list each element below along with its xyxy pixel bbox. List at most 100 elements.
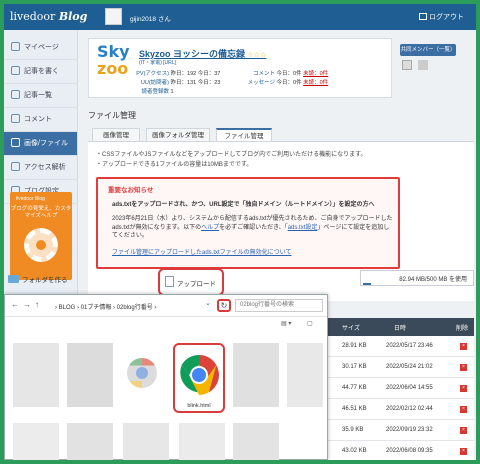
sidebar-item-articles[interactable]: 記事一覧 bbox=[4, 84, 77, 108]
table-row[interactable]: 46.51 KB 2022/02/12 02:44 × bbox=[328, 399, 474, 420]
notice-line: ads.txtをアップロードされ、かつ、URL設定で「独自ドメイン（ルートドメイ… bbox=[112, 202, 375, 208]
column-header[interactable]: 日時 bbox=[394, 323, 406, 332]
stat-label: 読者登録数 bbox=[141, 89, 169, 95]
tab-image-folders[interactable]: 画像フォルダ管理 bbox=[146, 128, 210, 142]
stat-value: 昨日：131 bbox=[170, 80, 197, 86]
file-thumbnail[interactable] bbox=[287, 343, 323, 407]
file-thumbnail[interactable] bbox=[67, 343, 113, 407]
stat-value: 今日：0件 bbox=[276, 80, 302, 86]
sidebar-item-mypage[interactable]: マイページ bbox=[4, 36, 77, 60]
stats-right: コメント 今日：0件 未読：0件 メッセージ 今日：0件 未読：0件 bbox=[245, 70, 329, 88]
top-bar: livedoor Blog gijin2018 さん ログアウト bbox=[4, 4, 476, 30]
delete-icon[interactable]: × bbox=[460, 343, 467, 350]
comment-icon bbox=[11, 114, 20, 123]
thumbnail-icon[interactable] bbox=[418, 60, 428, 70]
chrome-icon bbox=[127, 358, 157, 388]
up-icon[interactable]: ↑ bbox=[35, 300, 39, 309]
file-date: 2022/05/17 23:46 bbox=[386, 343, 433, 349]
file-size: 35.9 KB bbox=[342, 427, 364, 433]
new-folder-button[interactable]: フォルダを作る bbox=[8, 274, 68, 284]
upload-button[interactable]: アップロード bbox=[158, 268, 224, 296]
info-bullet: ・CSSファイルやJSファイルなどをアップロードしてブログ内でご利用いただける機… bbox=[96, 152, 367, 158]
gear-icon bbox=[24, 228, 58, 262]
details-pane-icon[interactable]: ▢ bbox=[307, 320, 313, 327]
delete-icon[interactable]: × bbox=[460, 406, 467, 413]
avatar[interactable] bbox=[105, 8, 122, 25]
help-link[interactable]: ヘルプ bbox=[201, 225, 219, 231]
logo-text: livedoor bbox=[10, 10, 56, 23]
sidebar-item-comments[interactable]: コメント bbox=[4, 108, 77, 132]
column-header[interactable]: サイズ bbox=[342, 323, 360, 332]
file-size: 30.17 KB bbox=[342, 364, 367, 370]
stat-value: 今日：37 bbox=[197, 71, 221, 77]
forward-icon[interactable]: → bbox=[23, 300, 31, 309]
livedoor-blog-logo[interactable]: livedoor Blog bbox=[10, 10, 87, 23]
breadcrumb[interactable]: › BLOG › 01ブチ情報 › 02blog行番号 › bbox=[55, 302, 156, 311]
table-row[interactable]: 43.02 KB 2022/06/08 09:35 × bbox=[328, 441, 474, 460]
list-icon bbox=[11, 90, 20, 99]
tab-files[interactable]: ファイル管理 bbox=[216, 128, 272, 142]
stat-label: PV(アクセス) bbox=[136, 71, 169, 77]
image-icon bbox=[11, 138, 20, 147]
back-icon[interactable]: ← bbox=[11, 300, 19, 309]
sidebar-item-label: コメント bbox=[24, 116, 52, 123]
refresh-button[interactable]: ↻ bbox=[217, 299, 231, 312]
sidebar-item-label: マイページ bbox=[24, 44, 59, 51]
stat-link[interactable]: 未読：0件 bbox=[303, 80, 328, 86]
ads-txt-disable-link[interactable]: ファイル管理にアップロードしたads.txtファイルの無効化について bbox=[112, 247, 292, 256]
upload-icon bbox=[165, 276, 174, 287]
info-bullet: ・アップロードできる1ファイルの容量は10MBまでです。 bbox=[96, 162, 253, 168]
blog-url[interactable]: (IT・家電) [URL] bbox=[139, 59, 176, 66]
view-options-icon[interactable]: ▤ ▾ bbox=[281, 320, 291, 327]
promo-banner[interactable]: livedoor Blog ブログの見栄え、カスタマイズヘルプ bbox=[10, 192, 72, 280]
file-thumbnail[interactable] bbox=[233, 423, 279, 460]
table-row[interactable]: 44.77 KB 2022/06/04 14:55 × bbox=[328, 378, 474, 399]
delete-icon[interactable]: × bbox=[460, 385, 467, 392]
logo-line-2: zoo bbox=[97, 59, 129, 78]
table-row[interactable]: 35.9 KB 2022/09/19 23:32 × bbox=[328, 420, 474, 441]
storage-usage: 82.94 MB/500 MB を使用 bbox=[360, 270, 474, 286]
blog-name: Skyzoo ヨッシーの備忘録 bbox=[139, 49, 246, 59]
file-date: 2022/06/04 14:55 bbox=[386, 385, 433, 391]
tab-images[interactable]: 画像管理 bbox=[92, 128, 140, 142]
file-open-dialog: ← → ↑ › BLOG › 01ブチ情報 › 02blog行番号 › ⌄ ↻ … bbox=[4, 294, 328, 460]
file-thumbnail[interactable] bbox=[179, 423, 225, 460]
file-thumbnail[interactable] bbox=[13, 343, 59, 407]
add-member-button[interactable]: 共同メンバー（一覧） bbox=[400, 44, 456, 56]
selected-file[interactable]: blink.html bbox=[173, 343, 225, 413]
thumbnail-icon[interactable] bbox=[402, 60, 412, 70]
stat-value: 今日：0件 bbox=[276, 71, 302, 77]
table-row[interactable]: 28.91 KB 2022/05/17 23:46 × bbox=[328, 336, 474, 357]
chart-icon bbox=[11, 162, 20, 171]
file-thumbnail[interactable] bbox=[123, 351, 161, 395]
ads-setting-link[interactable]: ads.txt設定 bbox=[288, 225, 318, 231]
delete-icon[interactable]: × bbox=[460, 364, 467, 371]
logout-button[interactable]: ログアウト bbox=[419, 12, 464, 22]
delete-icon[interactable]: × bbox=[460, 448, 467, 455]
table-row[interactable]: 30.17 KB 2022/05/24 21:02 × bbox=[328, 357, 474, 378]
sidebar-item-files[interactable]: 画像/ファイル bbox=[4, 132, 77, 156]
stat-link[interactable]: 未読：0件 bbox=[303, 71, 328, 77]
sidebar-item-label: 記事一覧 bbox=[24, 92, 52, 99]
important-notice: 重要なお知らせ ads.txtをアップロードされ、かつ、URL設定で「独自ドメイ… bbox=[96, 177, 400, 269]
sidebar-item-write[interactable]: 記事を書く bbox=[4, 60, 77, 84]
chrome-icon bbox=[179, 355, 219, 395]
stat-label: メッセージ bbox=[247, 80, 275, 86]
dialog-search-input[interactable]: 02blog行番号の検索 bbox=[235, 299, 323, 312]
storage-text: 82.94 MB/500 MB を使用 bbox=[399, 277, 467, 283]
column-header: 削除 bbox=[456, 326, 469, 332]
delete-icon[interactable]: × bbox=[460, 427, 467, 434]
file-thumbnail[interactable] bbox=[123, 423, 169, 460]
file-thumbnail[interactable] bbox=[67, 423, 113, 460]
sidebar-item-analytics[interactable]: アクセス解析 bbox=[4, 156, 77, 180]
file-date: 2022/06/08 09:35 bbox=[386, 448, 433, 454]
promo-logo: livedoor Blog bbox=[16, 196, 45, 202]
stat-label: UU(訪問者) bbox=[140, 80, 169, 86]
table-header: サイズ 日時 削除 bbox=[328, 318, 474, 336]
home-icon bbox=[11, 42, 20, 51]
blog-profile-card: Sky zoo Skyzoo ヨッシーの備忘録 ☆☆☆ (IT・家電) [URL]… bbox=[88, 38, 392, 98]
stat-label: コメント bbox=[252, 71, 275, 77]
file-thumbnail[interactable] bbox=[233, 343, 279, 407]
file-thumbnail[interactable] bbox=[13, 423, 59, 460]
file-date: 2022/05/24 21:02 bbox=[386, 364, 433, 370]
